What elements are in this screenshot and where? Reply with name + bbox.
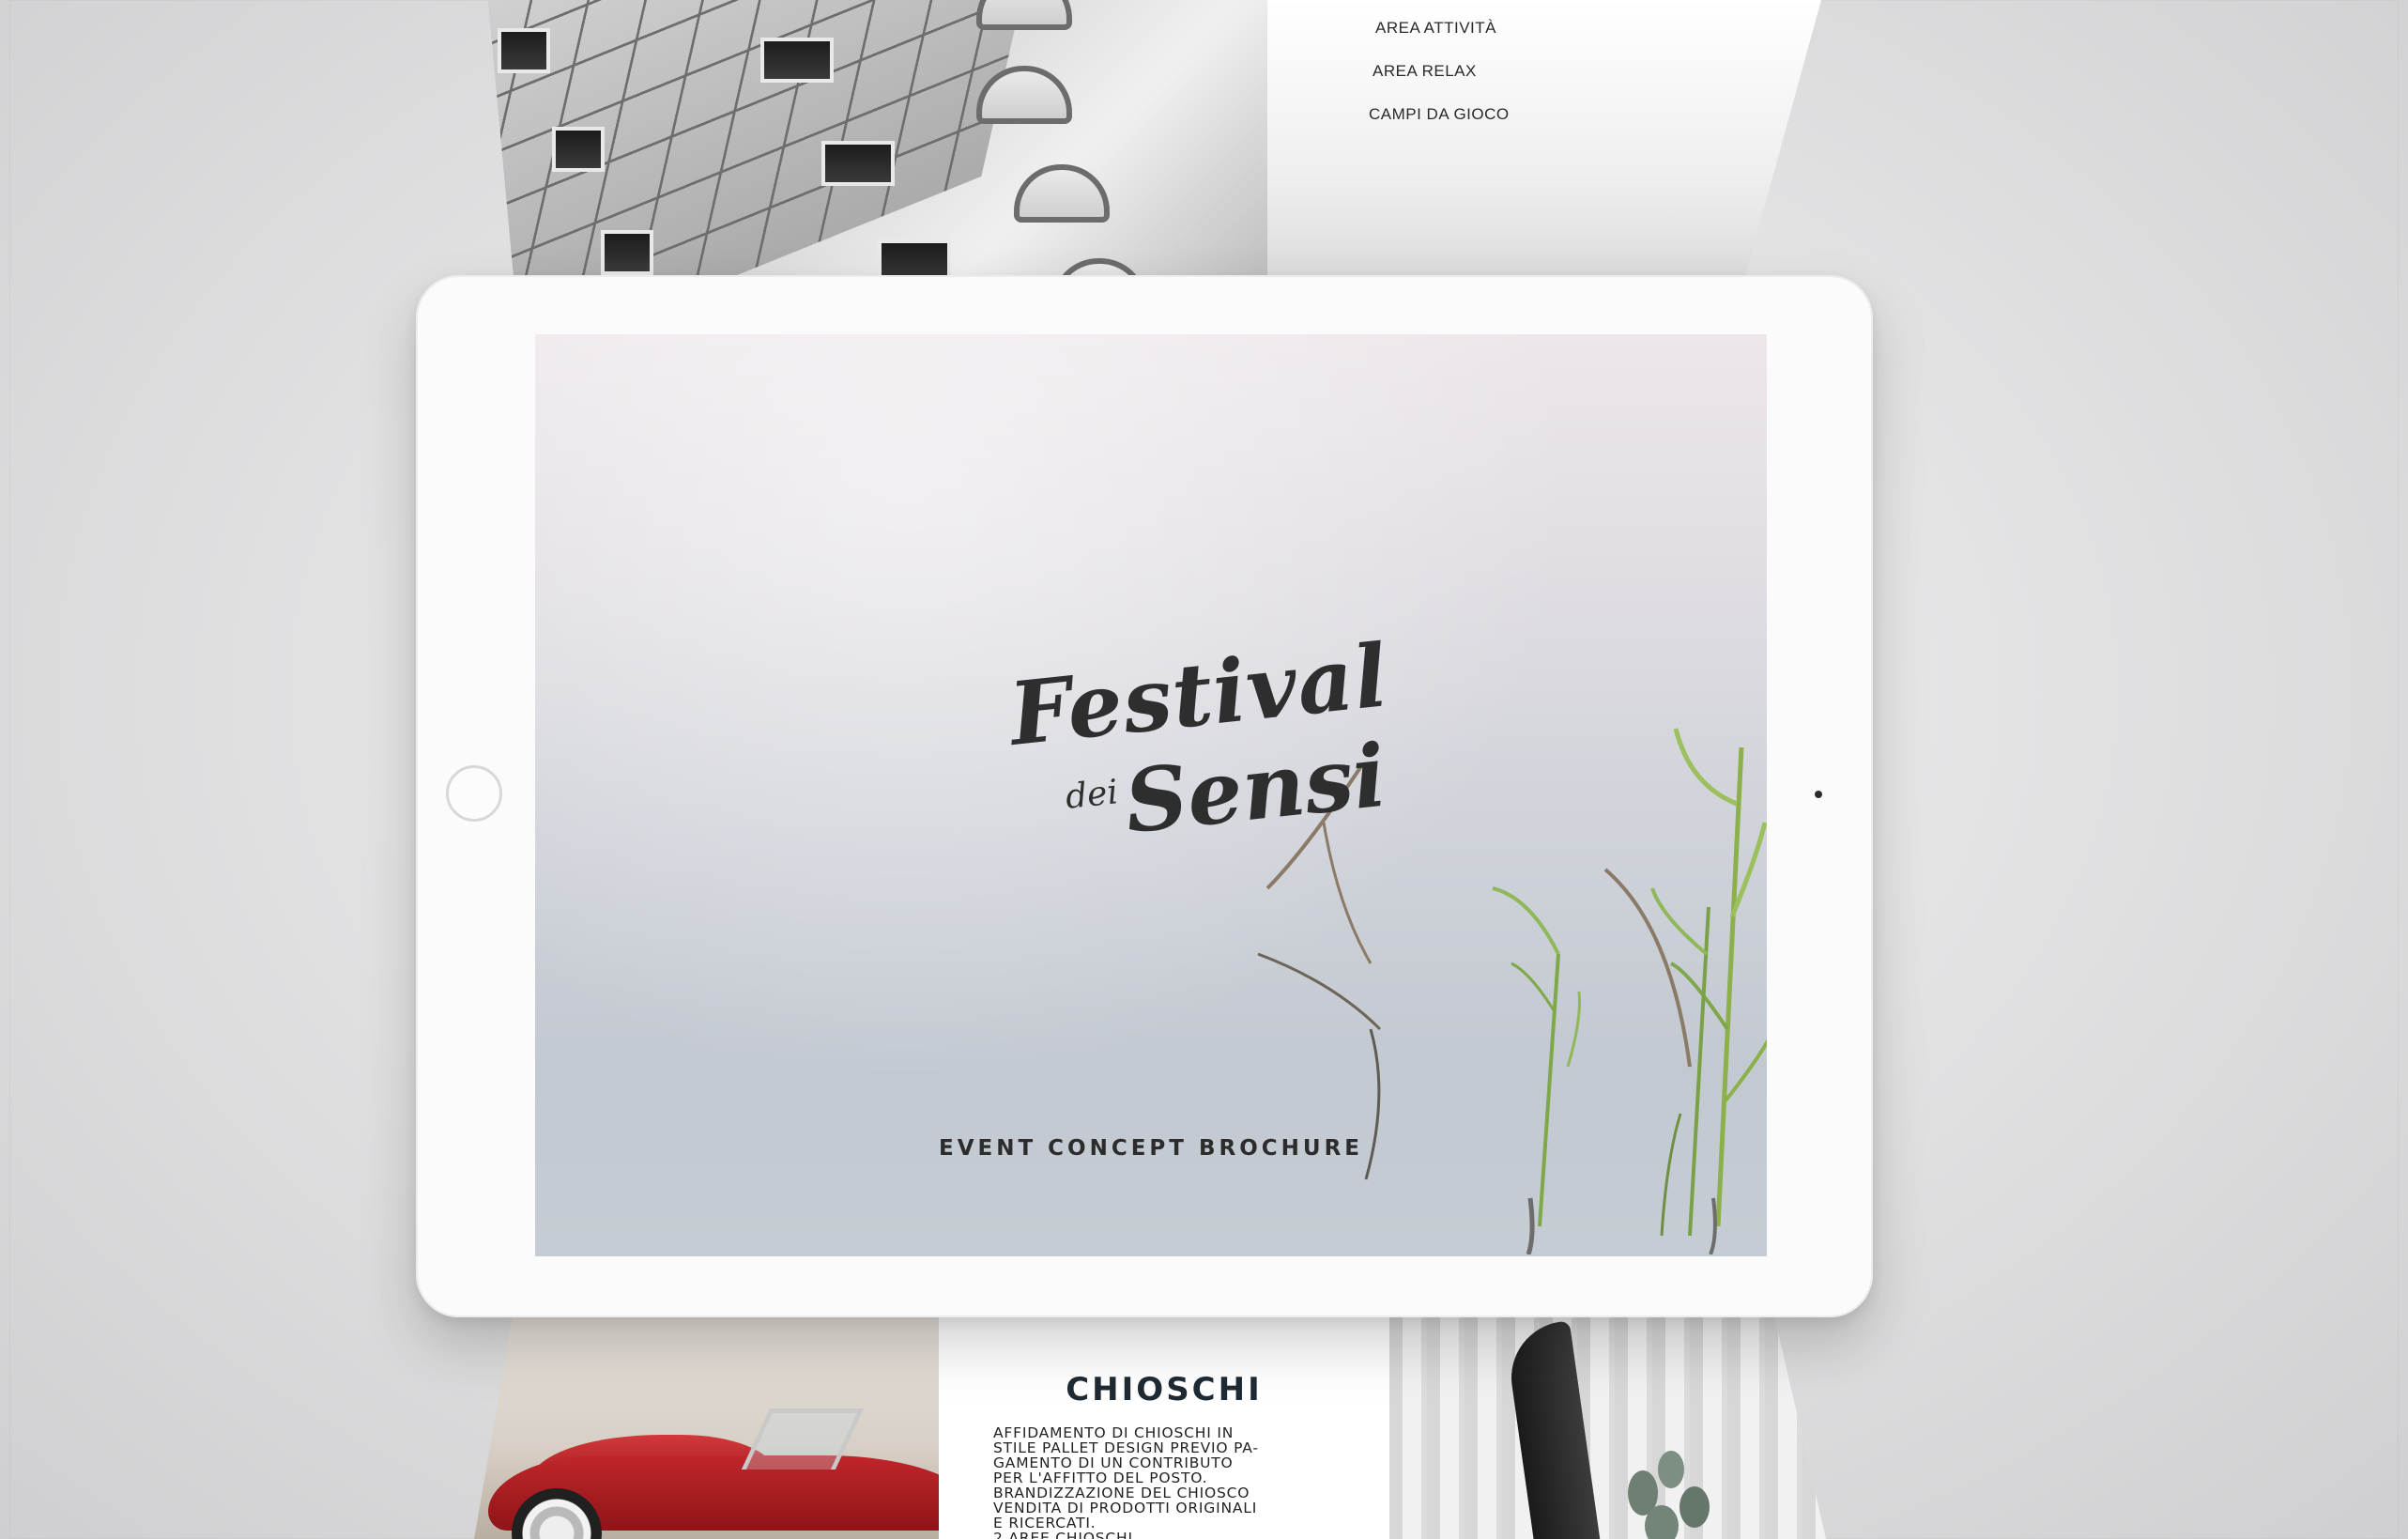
body-line: AFFIDAMENTO DI CHIOSCHI IN: [993, 1424, 1235, 1441]
tablet-screen: Festival dei Sensi EVENT CONCEPT BROCHUR…: [535, 334, 1767, 1256]
camera-icon: [1815, 791, 1822, 798]
body-line: GAMENTO DI UN CONTRIBUTO: [993, 1454, 1234, 1471]
brochure-top-strip: AREA ATTIVITÀ AREA RELAX CAMPI DA GIOCO: [488, 0, 1821, 291]
home-button[interactable]: [446, 765, 502, 822]
vase: [1504, 1320, 1603, 1539]
body-line: PER L'AFFITTO DEL POSTO.: [993, 1470, 1208, 1486]
brochure-bottom-strip: CHIOSCHI AFFIDAMENTO DI CHIOSCHI IN STIL…: [474, 1305, 1826, 1539]
balcony: [1014, 164, 1110, 223]
body-line: 2 AREE CHIOSCHI: [993, 1530, 1133, 1539]
window: [760, 38, 834, 83]
plant-photo: [1389, 1305, 1826, 1539]
brochure-menu-panel: AREA ATTIVITÀ AREA RELAX CAMPI DA GIOCO: [1267, 0, 1821, 291]
menu-item-campi-da-gioco: CAMPI DA GIOCO: [1369, 105, 1510, 123]
balcony: [976, 0, 1072, 30]
chioschi-title: CHIOSCHI: [1066, 1371, 1263, 1408]
menu-item-area-relax: AREA RELAX: [1373, 62, 1477, 80]
body-line: STILE PALLET DESIGN PREVIO PA-: [993, 1439, 1259, 1456]
window: [552, 127, 605, 172]
body-line: E RICERCATI.: [993, 1515, 1097, 1531]
window: [498, 28, 550, 73]
vintage-car-photo: [474, 1305, 976, 1539]
chioschi-panel: CHIOSCHI AFFIDAMENTO DI CHIOSCHI IN STIL…: [939, 1305, 1389, 1539]
tablet-device: Festival dei Sensi EVENT CONCEPT BROCHUR…: [416, 275, 1873, 1317]
brochure-subtitle: EVENT CONCEPT BROCHURE: [938, 1136, 1363, 1161]
window: [601, 230, 653, 275]
logo-dei: dei: [1064, 773, 1120, 817]
chioschi-description: AFFIDAMENTO DI CHIOSCHI IN STILE PALLET …: [993, 1425, 1303, 1539]
building-photo: [488, 0, 1267, 291]
body-line: VENDITA DI PRODOTTI ORIGINALI: [993, 1500, 1258, 1516]
body-line: BRANDIZZAZIONE DEL CHIOSCO: [993, 1485, 1250, 1501]
window: [821, 141, 895, 186]
menu-item-area-attivita: AREA ATTIVITÀ: [1375, 19, 1496, 37]
cactus-icon: [1628, 1451, 1710, 1539]
